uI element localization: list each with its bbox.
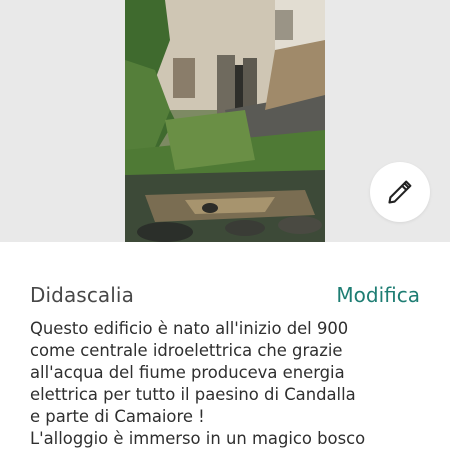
screen: Didascalia Modifica Questo edificio è na… [0, 0, 450, 450]
caption-header: Didascalia Modifica [30, 280, 420, 310]
edit-photo-button[interactable] [370, 162, 430, 222]
caption-text: Questo edificio è nato all'inizio del 90… [30, 319, 366, 448]
listing-photo[interactable] [125, 0, 325, 242]
photo-area [0, 0, 450, 242]
photo-illustration [125, 0, 325, 242]
caption-label: Didascalia [30, 283, 134, 307]
edit-caption-link[interactable]: Modifica [336, 283, 420, 307]
pencil-icon [388, 180, 412, 204]
